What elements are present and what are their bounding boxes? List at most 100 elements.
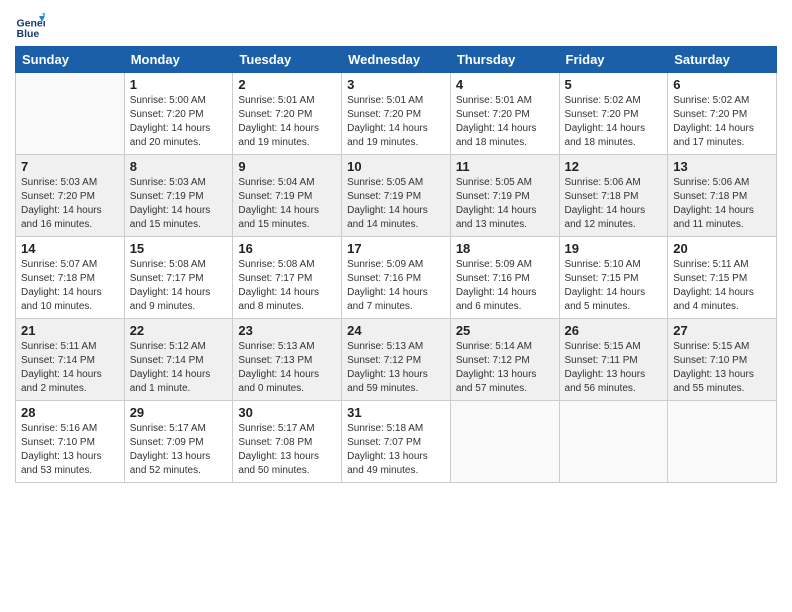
logo: General Blue (15, 10, 49, 40)
day-number: 7 (21, 159, 119, 174)
day-info: Sunrise: 5:02 AM Sunset: 7:20 PM Dayligh… (673, 94, 771, 150)
day-cell: 24 Sunrise: 5:13 AM Sunset: 7:12 PM Dayli… (342, 319, 451, 401)
logo-icon: General Blue (15, 10, 45, 40)
week-row: 28Sunrise: 5:16 AM Sunset: 7:10 PM Dayli… (16, 401, 777, 483)
weekday-header: Friday (559, 47, 668, 73)
day-number: 12 (565, 159, 663, 174)
day-number: 9 (238, 159, 336, 174)
day-info: Sunrise: 5:17 AM Sunset: 7:09 PM Dayligh… (130, 422, 228, 478)
day-number: 29 (130, 405, 228, 420)
day-number: 21 (21, 323, 119, 338)
day-number: 24 (347, 323, 445, 338)
day-cell: 10 Sunrise: 5:05 AM Sunset: 7:19 PM Dayli… (342, 155, 451, 237)
day-number: 6 (673, 77, 771, 92)
day-info: Sunrise: 5:15 AM Sunset: 7:11 PM Dayligh… (565, 340, 663, 396)
day-cell: 7 Sunrise: 5:03 AM Sunset: 7:20 PM Daylig… (16, 155, 125, 237)
day-info: Sunrise: 5:12 AM Sunset: 7:14 PM Dayligh… (130, 340, 228, 396)
day-cell: 2 Sunrise: 5:01 AM Sunset: 7:20 PM Daylig… (233, 73, 342, 155)
day-number: 22 (130, 323, 228, 338)
day-number: 11 (456, 159, 554, 174)
day-number: 27 (673, 323, 771, 338)
day-cell: 21 Sunrise: 5:11 AM Sunset: 7:14 PM Dayli… (16, 319, 125, 401)
day-number: 19 (565, 241, 663, 256)
day-info: Sunrise: 5:11 AM Sunset: 7:14 PM Dayligh… (21, 340, 119, 396)
day-info: Sunrise: 5:01 AM Sunset: 7:20 PM Dayligh… (238, 94, 336, 150)
day-cell: 14 Sunrise: 5:07 AM Sunset: 7:18 PM Dayli… (16, 237, 125, 319)
day-info: Sunrise: 5:01 AM Sunset: 7:20 PM Dayligh… (347, 94, 445, 150)
weekday-header-row: SundayMondayTuesdayWednesdayThursdayFrid… (16, 47, 777, 73)
day-cell: 27 Sunrise: 5:15 AM Sunset: 7:10 PM Dayli… (668, 319, 777, 401)
week-row: 21 Sunrise: 5:11 AM Sunset: 7:14 PM Dayli… (16, 319, 777, 401)
day-info: Sunrise: 5:03 AM Sunset: 7:20 PM Dayligh… (21, 176, 119, 232)
day-cell (668, 401, 777, 483)
day-info: Sunrise: 5:09 AM Sunset: 7:16 PM Dayligh… (456, 258, 554, 314)
day-info: Sunrise: 5:11 AM Sunset: 7:15 PM Dayligh… (673, 258, 771, 314)
day-info: Sunrise: 5:18 AM Sunset: 7:07 PM Dayligh… (347, 422, 445, 478)
day-cell: 22 Sunrise: 5:12 AM Sunset: 7:14 PM Dayli… (124, 319, 233, 401)
day-cell: 9 Sunrise: 5:04 AM Sunset: 7:19 PM Daylig… (233, 155, 342, 237)
day-info: Sunrise: 5:13 AM Sunset: 7:12 PM Dayligh… (347, 340, 445, 396)
day-number: 17 (347, 241, 445, 256)
day-number: 2 (238, 77, 336, 92)
day-info: Sunrise: 5:06 AM Sunset: 7:18 PM Dayligh… (565, 176, 663, 232)
weekday-header: Wednesday (342, 47, 451, 73)
week-row: 14 Sunrise: 5:07 AM Sunset: 7:18 PM Dayli… (16, 237, 777, 319)
day-cell (450, 401, 559, 483)
day-cell: 18 Sunrise: 5:09 AM Sunset: 7:16 PM Dayli… (450, 237, 559, 319)
day-cell: 4Sunrise: 5:01 AM Sunset: 7:20 PM Daylig… (450, 73, 559, 155)
weekday-header: Monday (124, 47, 233, 73)
day-info: Sunrise: 5:05 AM Sunset: 7:19 PM Dayligh… (456, 176, 554, 232)
svg-text:Blue: Blue (17, 28, 40, 40)
day-number: 15 (130, 241, 228, 256)
day-number: 14 (21, 241, 119, 256)
day-cell (16, 73, 125, 155)
day-number: 8 (130, 159, 228, 174)
day-cell: 26 Sunrise: 5:15 AM Sunset: 7:11 PM Dayli… (559, 319, 668, 401)
day-info: Sunrise: 5:06 AM Sunset: 7:18 PM Dayligh… (673, 176, 771, 232)
day-info: Sunrise: 5:09 AM Sunset: 7:16 PM Dayligh… (347, 258, 445, 314)
day-number: 10 (347, 159, 445, 174)
day-number: 30 (238, 405, 336, 420)
day-cell: 16Sunrise: 5:08 AM Sunset: 7:17 PM Dayli… (233, 237, 342, 319)
day-number: 3 (347, 77, 445, 92)
day-info: Sunrise: 5:13 AM Sunset: 7:13 PM Dayligh… (238, 340, 336, 396)
day-info: Sunrise: 5:10 AM Sunset: 7:15 PM Dayligh… (565, 258, 663, 314)
day-cell: 11 Sunrise: 5:05 AM Sunset: 7:19 PM Dayli… (450, 155, 559, 237)
day-info: Sunrise: 5:17 AM Sunset: 7:08 PM Dayligh… (238, 422, 336, 478)
header: General Blue (15, 10, 777, 40)
weekday-header: Sunday (16, 47, 125, 73)
day-number: 20 (673, 241, 771, 256)
day-number: 31 (347, 405, 445, 420)
weekday-header: Thursday (450, 47, 559, 73)
day-number: 1 (130, 77, 228, 92)
day-info: Sunrise: 5:14 AM Sunset: 7:12 PM Dayligh… (456, 340, 554, 396)
day-cell: 28Sunrise: 5:16 AM Sunset: 7:10 PM Dayli… (16, 401, 125, 483)
day-info: Sunrise: 5:15 AM Sunset: 7:10 PM Dayligh… (673, 340, 771, 396)
day-cell: 6 Sunrise: 5:02 AM Sunset: 7:20 PM Daylig… (668, 73, 777, 155)
week-row: 1Sunrise: 5:00 AM Sunset: 7:20 PM Daylig… (16, 73, 777, 155)
day-cell: 12 Sunrise: 5:06 AM Sunset: 7:18 PM Dayli… (559, 155, 668, 237)
day-cell: 1Sunrise: 5:00 AM Sunset: 7:20 PM Daylig… (124, 73, 233, 155)
day-cell: 8 Sunrise: 5:03 AM Sunset: 7:19 PM Daylig… (124, 155, 233, 237)
day-number: 25 (456, 323, 554, 338)
day-number: 18 (456, 241, 554, 256)
day-info: Sunrise: 5:08 AM Sunset: 7:17 PM Dayligh… (130, 258, 228, 314)
day-info: Sunrise: 5:03 AM Sunset: 7:19 PM Dayligh… (130, 176, 228, 232)
day-cell: 5Sunrise: 5:02 AM Sunset: 7:20 PM Daylig… (559, 73, 668, 155)
day-info: Sunrise: 5:05 AM Sunset: 7:19 PM Dayligh… (347, 176, 445, 232)
day-info: Sunrise: 5:07 AM Sunset: 7:18 PM Dayligh… (21, 258, 119, 314)
day-cell: 30 Sunrise: 5:17 AM Sunset: 7:08 PM Dayli… (233, 401, 342, 483)
day-cell: 20 Sunrise: 5:11 AM Sunset: 7:15 PM Dayli… (668, 237, 777, 319)
day-cell: 19 Sunrise: 5:10 AM Sunset: 7:15 PM Dayli… (559, 237, 668, 319)
day-info: Sunrise: 5:04 AM Sunset: 7:19 PM Dayligh… (238, 176, 336, 232)
day-number: 26 (565, 323, 663, 338)
weekday-header: Tuesday (233, 47, 342, 73)
day-number: 23 (238, 323, 336, 338)
day-number: 5 (565, 77, 663, 92)
day-cell: 25 Sunrise: 5:14 AM Sunset: 7:12 PM Dayli… (450, 319, 559, 401)
day-cell: 17 Sunrise: 5:09 AM Sunset: 7:16 PM Dayli… (342, 237, 451, 319)
day-number: 4 (456, 77, 554, 92)
day-number: 16 (238, 241, 336, 256)
weekday-header: Saturday (668, 47, 777, 73)
day-number: 13 (673, 159, 771, 174)
